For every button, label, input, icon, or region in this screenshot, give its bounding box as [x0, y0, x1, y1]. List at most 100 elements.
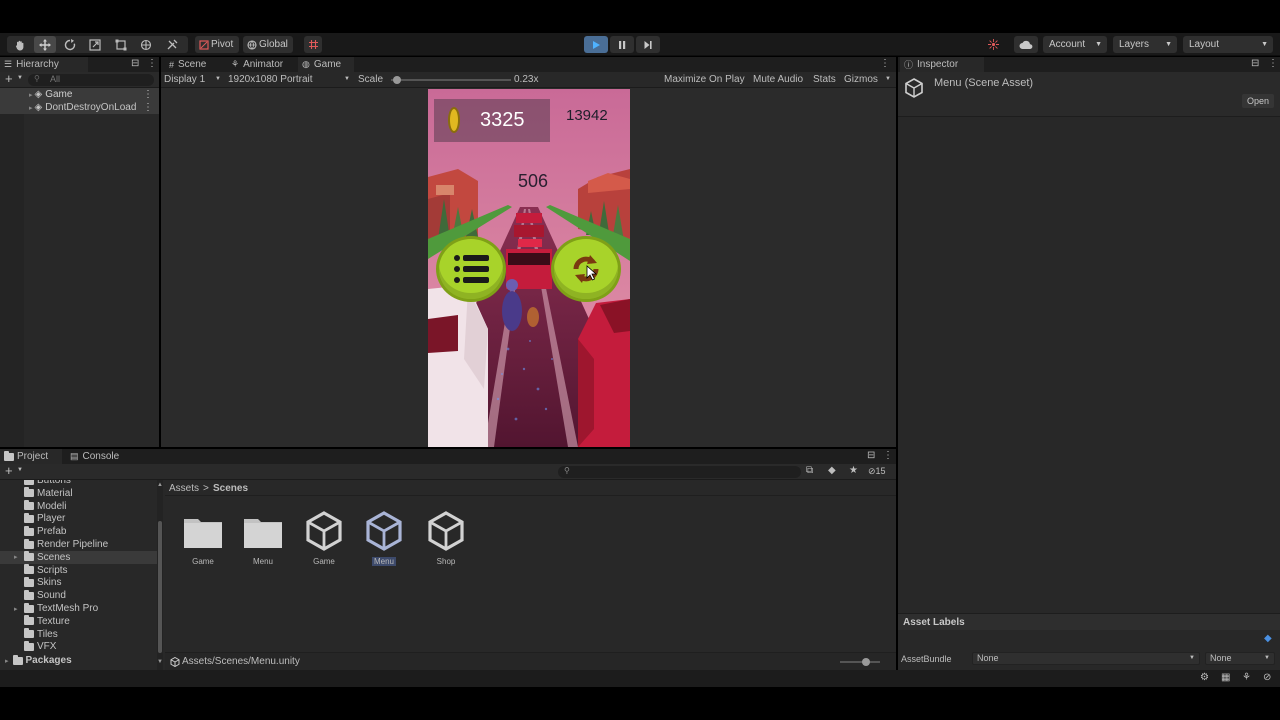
scale-slider-handle[interactable]	[393, 76, 401, 84]
project-search-input[interactable]: ⚲	[558, 466, 801, 478]
custom-tool-icon[interactable]	[162, 36, 182, 53]
rect-tool-icon[interactable]	[111, 36, 131, 53]
breadcrumb-scenes[interactable]: Scenes	[213, 483, 248, 494]
chevron-down-icon[interactable]: ▼	[885, 76, 891, 82]
global-label: Global	[259, 39, 288, 50]
kebab-menu-icon[interactable]: ⋮	[147, 58, 157, 69]
tree-item[interactable]: ▸ TextMesh Pro	[0, 602, 157, 615]
mute-audio-toggle[interactable]: Mute Audio	[753, 74, 803, 85]
scroll-down-icon[interactable]: ▼	[157, 659, 163, 665]
lock-icon[interactable]: ⊟	[867, 450, 875, 461]
tree-scrollbar-thumb[interactable]	[158, 521, 162, 653]
move-tool-icon[interactable]	[34, 36, 56, 53]
tree-item[interactable]: Skins	[0, 576, 157, 589]
tree-scrollbar[interactable]: ▲ ▼	[157, 480, 163, 670]
bug-icon[interactable]: ⚙	[1200, 672, 1209, 683]
scroll-up-icon[interactable]: ▲	[157, 482, 163, 488]
asset-scene[interactable]: Game	[297, 511, 351, 566]
asset-scene[interactable]: Menu	[357, 511, 411, 567]
assetbundle-dropdown[interactable]: None ▼	[972, 652, 1200, 665]
tab-animator[interactable]: ⚘ Animator	[227, 57, 288, 72]
hierarchy-search-input[interactable]: ⚲ All	[28, 74, 154, 86]
tree-item[interactable]: ▸ Scenes	[0, 550, 157, 564]
tree-item[interactable]: Render Pipeline	[0, 538, 157, 551]
stats-toggle[interactable]: Stats	[813, 74, 836, 85]
lock-icon[interactable]: ⊟	[1251, 58, 1259, 69]
breadcrumb-assets[interactable]: Assets	[169, 483, 199, 494]
asset-labels-header: Asset Labels	[898, 613, 1280, 630]
hidden-packages-counter[interactable]: ⊘15	[868, 466, 886, 477]
asset-folder[interactable]: Game	[176, 511, 230, 566]
asset-folder[interactable]: Menu	[236, 511, 290, 566]
pivot-toggle[interactable]: Pivot	[195, 36, 239, 53]
icon-size-slider-handle[interactable]	[862, 658, 870, 666]
add-icon[interactable]: +	[5, 72, 13, 86]
menu-button[interactable]	[436, 236, 506, 302]
step-button[interactable]	[636, 36, 660, 53]
transform-tool-icon[interactable]	[136, 36, 156, 53]
restart-button[interactable]	[551, 236, 621, 302]
play-button[interactable]	[584, 36, 608, 53]
chevron-down-icon[interactable]: ▼	[17, 75, 23, 81]
chevron-down-icon[interactable]: ▼	[17, 467, 23, 473]
tree-item[interactable]: VFX	[0, 640, 157, 653]
tab-console[interactable]: ▤ Console	[66, 449, 124, 464]
tree-item[interactable]: Material	[0, 487, 157, 500]
scale-slider[interactable]	[391, 76, 511, 84]
tree-item[interactable]: Scripts	[0, 564, 157, 577]
open-button[interactable]: Open	[1242, 94, 1274, 108]
asset-label: Game	[192, 557, 214, 566]
breadcrumb-separator-icon: >	[203, 483, 209, 494]
settings-icon[interactable]: ⊘	[1263, 672, 1271, 683]
top-letterbox	[0, 0, 1280, 33]
pause-button[interactable]	[610, 36, 634, 53]
tree-item[interactable]: Texture	[0, 615, 157, 628]
layout-dropdown[interactable]: Layout ▼	[1183, 36, 1273, 53]
asset-scene[interactable]: Shop	[419, 511, 473, 566]
hierarchy-item-dontdestroyonload[interactable]: ▸ ◈ DontDestroyOnLoad ⋮	[0, 101, 159, 114]
tree-item[interactable]: Prefab	[0, 525, 157, 538]
network-icon[interactable]: ⚘	[1242, 672, 1251, 683]
tab-scene[interactable]: # Scene	[165, 57, 211, 72]
tree-item[interactable]: Player	[0, 512, 157, 525]
gizmos-toggle[interactable]: Gizmos	[844, 74, 878, 85]
layers-dropdown[interactable]: Layers ▼	[1113, 36, 1177, 53]
tab-inspector[interactable]: ⓘ Inspector	[900, 57, 984, 72]
icon-size-slider[interactable]	[840, 658, 880, 666]
scale-tool-icon[interactable]	[85, 36, 105, 53]
folder-icon	[24, 480, 34, 485]
cloud-icon[interactable]	[1014, 36, 1038, 53]
rotate-tool-icon[interactable]	[60, 36, 80, 53]
kebab-menu-icon[interactable]: ⋮	[1268, 58, 1278, 69]
tab-project[interactable]: Project	[0, 449, 62, 464]
tab-game[interactable]: ◍ Game	[298, 57, 354, 72]
kebab-menu-icon[interactable]: ⋮	[143, 102, 153, 113]
tab-hierarchy[interactable]: ☰ Hierarchy	[0, 57, 88, 72]
filter-by-type-icon[interactable]: ⧉	[806, 465, 813, 476]
tree-item[interactable]: Sound	[0, 589, 157, 602]
asset-label: Game	[313, 557, 335, 566]
account-dropdown[interactable]: Account ▼	[1043, 36, 1107, 53]
hand-tool-icon[interactable]	[10, 36, 30, 53]
kebab-menu-icon[interactable]: ⋮	[143, 89, 153, 100]
resolution-dropdown[interactable]: 1920x1080 Portrait ▼	[225, 72, 351, 87]
kebab-menu-icon[interactable]: ⋮	[883, 450, 893, 461]
maximize-on-play-toggle[interactable]: Maximize On Play	[664, 74, 745, 85]
kebab-menu-icon[interactable]: ⋮	[880, 58, 890, 69]
tag-icon[interactable]: ◆	[1264, 633, 1272, 644]
add-icon[interactable]: +	[5, 464, 13, 478]
tree-item-packages[interactable]: ▸ Packages	[0, 654, 72, 667]
hierarchy-item-game[interactable]: ▸ ◈ Game ⋮	[0, 88, 159, 101]
tree-item[interactable]: Tiles	[0, 628, 157, 641]
grid-snap-icon[interactable]	[304, 36, 322, 53]
lock-icon[interactable]: ⊟	[131, 58, 139, 69]
global-toggle[interactable]: Global	[243, 36, 293, 53]
display-dropdown[interactable]: Display 1 ▼	[161, 72, 221, 87]
filter-by-label-icon[interactable]: ◆	[828, 465, 836, 476]
progress-icon[interactable]: ▦	[1221, 672, 1230, 683]
favorite-star-icon[interactable]: ★	[849, 465, 858, 476]
collab-icon[interactable]	[984, 36, 1002, 53]
game-screen: 3325 13942 506	[428, 89, 630, 447]
variant-dropdown[interactable]: None ▼	[1205, 652, 1275, 665]
tree-item[interactable]: Modeli	[0, 500, 157, 513]
